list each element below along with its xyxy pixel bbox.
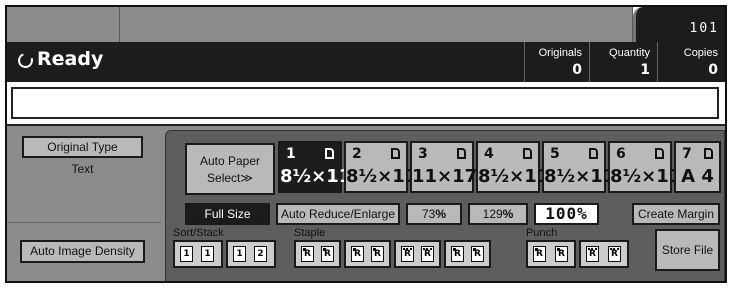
quantity-label: Quantity: [609, 47, 650, 59]
tray-number: 7: [682, 146, 692, 162]
sort-button[interactable]: 1 1: [173, 240, 223, 268]
paper-tray-icon: [391, 148, 400, 159]
store-file-button[interactable]: Store File: [655, 229, 720, 271]
tray-size: 8½×11: [346, 166, 418, 187]
staple-page-icon: R: [451, 246, 464, 262]
full-size-button[interactable]: Full Size: [185, 203, 270, 225]
preset-129-value: 129: [482, 207, 503, 221]
punch-page-icon: R: [586, 246, 599, 262]
copy-counter: 101: [689, 21, 719, 36]
left-column: Original Type Text Auto Image Density: [7, 126, 161, 281]
staple-top-left-button[interactable]: R R: [294, 240, 341, 268]
page-icon: 2: [254, 246, 267, 262]
sort-stack-label: Sort/Stack: [173, 227, 224, 239]
staple-page-icon: R: [301, 246, 314, 262]
paper-tray-icon: [589, 148, 598, 159]
auto-paper-label: Auto Paper: [199, 154, 261, 168]
status-text: Ready: [37, 48, 104, 70]
tray-2-button[interactable]: 2 8½×11: [344, 141, 418, 193]
tray-size: 8½×11: [544, 166, 616, 187]
auto-reduce-enlarge-button[interactable]: Auto Reduce/Enlarge: [276, 203, 400, 225]
paper-tray-icon: [655, 148, 664, 159]
status-bar: Ready Originals 0 Quantity 1 Copies 0: [7, 42, 725, 82]
create-margin-button[interactable]: Create Margin: [632, 203, 720, 225]
punch-left-button[interactable]: R R: [526, 240, 576, 268]
punch-top-button[interactable]: R R: [579, 240, 629, 268]
page-icon: 1: [233, 246, 246, 262]
page-icon: 1: [180, 246, 193, 262]
tray-1-button[interactable]: 1 8½×11: [278, 141, 352, 193]
copier-panel: 101 Ready Originals 0 Quantity 1 Copies …: [5, 5, 727, 283]
quantity-value: 1: [640, 62, 650, 78]
staple-page-icon: R: [471, 246, 484, 262]
copies-count: Copies 0: [657, 42, 725, 82]
strip-segment: [7, 7, 120, 42]
original-type-button[interactable]: Original Type: [22, 136, 143, 158]
preset-129-button[interactable]: 129%: [468, 203, 528, 225]
staple-page-icon: R: [351, 246, 364, 262]
tray-size: 8½×11: [610, 166, 682, 187]
originals-label: Originals: [538, 47, 582, 59]
tray-7-button[interactable]: 7 A 4: [674, 141, 721, 193]
tray-size: 8½×11: [280, 166, 352, 187]
settings-area: Original Type Text Auto Image Density Au…: [7, 124, 725, 281]
auto-image-density-button[interactable]: Auto Image Density: [20, 240, 145, 263]
auto-paper-select-button[interactable]: Auto Paper Select≫: [185, 143, 275, 195]
originals-value: 0: [572, 62, 582, 78]
percent-sign: %: [435, 207, 447, 221]
staple-top-left-angled-button[interactable]: R R: [344, 240, 391, 268]
counter-tab: 101: [633, 7, 725, 42]
quantity-count: Quantity 1: [589, 42, 657, 82]
tray-3-button[interactable]: 3 11×17: [410, 141, 478, 193]
tray-number: 4: [484, 146, 494, 162]
copies-label: Copies: [683, 47, 718, 59]
originals-count: Originals 0: [524, 42, 589, 82]
staple-left-two-button[interactable]: R R: [444, 240, 491, 268]
punch-page-icon: R: [533, 246, 546, 262]
staple-top-two-button[interactable]: R R: [394, 240, 441, 268]
preset-73-button[interactable]: 73%: [406, 203, 462, 225]
punch-label: Punch: [526, 227, 558, 239]
staple-label: Staple: [294, 227, 326, 239]
tray-number: 6: [616, 146, 626, 162]
percent-sign: %: [502, 207, 514, 221]
original-type-value: Text: [71, 162, 94, 176]
page-icon: 1: [201, 246, 214, 262]
staple-page-icon: R: [321, 246, 334, 262]
staple-page-icon: R: [421, 246, 434, 262]
paper-tray-icon: [325, 148, 334, 159]
tray-size: 8½×11: [478, 166, 550, 187]
tray-number: 3: [418, 146, 428, 162]
tray-size: 11×17: [412, 166, 478, 187]
paper-tray-icon: [523, 148, 532, 159]
preset-73-value: 73: [421, 207, 436, 221]
tray-4-button[interactable]: 4 8½×11: [476, 141, 550, 193]
tray-number: 1: [286, 146, 296, 162]
divider: [7, 222, 161, 223]
stack-button[interactable]: 1 2: [226, 240, 276, 268]
punch-page-icon: R: [555, 246, 568, 262]
staple-page-icon: R: [401, 246, 414, 262]
auto-paper-label-2: Select: [207, 171, 241, 185]
current-ratio-field[interactable]: 100%: [534, 203, 599, 225]
chevron-right-icon: ≫: [240, 171, 253, 185]
tray-5-button[interactable]: 5 8½×11: [542, 141, 616, 193]
tray-size: A 4: [681, 166, 714, 187]
message-field: [11, 87, 719, 119]
tray-number: 2: [352, 146, 362, 162]
tray-6-button[interactable]: 6 8½×11: [608, 141, 682, 193]
top-strip: 101: [7, 7, 725, 42]
copies-value: 0: [708, 62, 718, 78]
paper-tray-icon: [704, 148, 713, 159]
punch-page-icon: R: [608, 246, 621, 262]
tray-number: 5: [550, 146, 560, 162]
paper-tray-icon: [457, 148, 466, 159]
copy-settings-panel: Auto Paper Select≫ 1 8½×11 2 8½×11 3 11×…: [165, 130, 725, 281]
ready-circle-icon: [15, 50, 36, 71]
staple-page-icon: R: [371, 246, 384, 262]
strip-segment: [120, 7, 633, 42]
